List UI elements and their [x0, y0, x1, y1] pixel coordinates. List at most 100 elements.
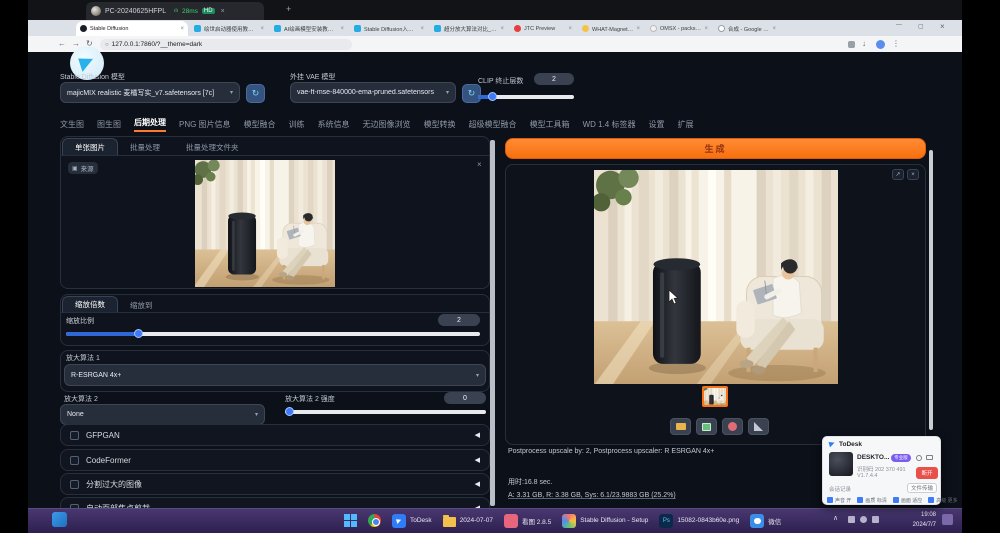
- tab-train[interactable]: 训练: [289, 119, 305, 130]
- browser-tab[interactable]: WHAT-Magnet 搜索 ×: [578, 21, 644, 36]
- accordion-split-oversized[interactable]: 分割过大的图像 ◀: [60, 473, 490, 495]
- notification-center-icon[interactable]: [942, 514, 953, 525]
- scale-ratio-slider[interactable]: [66, 332, 480, 336]
- tab-close-icon[interactable]: ×: [500, 26, 504, 32]
- taskbar-item-photoshop[interactable]: Ps 15082-0843b60e.png: [659, 514, 739, 528]
- browser-tab[interactable]: 合成 - Google 搜索 ×: [714, 21, 780, 36]
- camera-icon[interactable]: [926, 455, 933, 460]
- left-column-scrollbar[interactable]: [490, 140, 495, 506]
- accordion-gfpgan[interactable]: GFPGAN ◀: [60, 424, 490, 446]
- tab-png-info[interactable]: PNG 图片信息: [179, 119, 231, 130]
- tab-system-info[interactable]: 系统信息: [318, 119, 350, 130]
- window-close-button[interactable]: ×: [940, 22, 945, 31]
- upscaler2-select[interactable]: None ▾: [60, 404, 265, 425]
- address-bar[interactable]: ○ 127.0.0.1:7860/?__theme=dark: [100, 39, 352, 50]
- disconnect-button[interactable]: 断开: [916, 467, 938, 479]
- refresh-vae-button[interactable]: ↻: [462, 84, 481, 103]
- tray-expand-icon[interactable]: ∧: [833, 514, 838, 522]
- tray-icon-2[interactable]: [860, 516, 867, 523]
- collapse-arrow-icon[interactable]: ◀: [475, 480, 480, 488]
- save-image-button[interactable]: [696, 418, 717, 435]
- tab-close-icon[interactable]: ×: [636, 26, 640, 32]
- browser-tab[interactable]: 绘世启动器使用教程_哔哩哔哩 ×: [190, 21, 268, 36]
- taskbar-item-viewer[interactable]: 看图 2.8.5: [504, 514, 551, 528]
- subtab-scale-to[interactable]: 缩放到: [130, 300, 153, 311]
- quality-setting[interactable]: 画质 标清: [857, 497, 886, 504]
- clip-skip-slider-handle[interactable]: [488, 92, 497, 101]
- collapse-arrow-icon[interactable]: ◀: [475, 456, 480, 464]
- window-maximize-button[interactable]: ▢: [918, 23, 924, 30]
- subtab-batch-folder[interactable]: 批量处理文件夹: [186, 142, 239, 153]
- browser-tab[interactable]: Stable Diffusion入门_哔哩哔哩 ×: [350, 21, 428, 36]
- taskbar-item-todesk[interactable]: ToDesk: [392, 514, 432, 528]
- remote-session-tab[interactable]: PC-20240625HFPL ılı 28ms HD ×: [86, 2, 264, 20]
- tab-close-icon[interactable]: ×: [180, 26, 184, 32]
- tab-img2img[interactable]: 图生图: [97, 119, 121, 130]
- sound-toggle[interactable]: 声音 开: [827, 497, 851, 504]
- extensions-icon[interactable]: [848, 41, 855, 48]
- close-image-button[interactable]: ×: [907, 169, 919, 180]
- file-transfer-button[interactable]: 文件传输: [907, 483, 937, 493]
- tray-icon-1[interactable]: [848, 516, 855, 523]
- browser-tab[interactable]: 超分放大算法对比_哔哩哔哩 ×: [430, 21, 508, 36]
- upscaler1-select[interactable]: R-ESRGAN 4x+ ▾: [64, 364, 486, 386]
- send-to-img2img-button[interactable]: [748, 418, 769, 435]
- site-info-icon[interactable]: ○: [105, 42, 109, 48]
- remote-new-tab-button[interactable]: +: [286, 4, 291, 14]
- upscaler2-strength-slider-handle[interactable]: [285, 407, 294, 416]
- open-folder-button[interactable]: [670, 418, 691, 435]
- download-icon[interactable]: ↓: [862, 40, 866, 48]
- browser-menu-icon[interactable]: ⋮: [892, 40, 900, 48]
- vae-select[interactable]: vae-ft-mse-840000-ema-pruned.safetensors…: [290, 82, 456, 103]
- taskbar-item-folder[interactable]: 2024-07-07: [443, 514, 493, 527]
- tab-model-toolkit[interactable]: 模型工具箱: [530, 119, 570, 130]
- fullscreen-image-button[interactable]: ↗: [892, 169, 904, 180]
- generated-image[interactable]: [594, 170, 838, 384]
- tab-infinite-browser[interactable]: 无边图像浏览: [363, 119, 411, 130]
- generate-button[interactable]: 生成: [505, 138, 926, 159]
- browser-tab[interactable]: JTC Preview ×: [510, 21, 576, 36]
- codeformer-checkbox[interactable]: [70, 456, 79, 465]
- scale-ratio-value[interactable]: 2: [438, 314, 480, 326]
- subtab-scale-by[interactable]: 缩放倍数: [62, 296, 118, 312]
- tab-extras[interactable]: 后期处理: [134, 117, 166, 132]
- upscaler2-strength-value[interactable]: 0: [444, 392, 486, 404]
- tab-close-icon[interactable]: ×: [568, 26, 572, 32]
- taskbar-item-wechat[interactable]: 微信: [750, 514, 781, 528]
- gfpgan-checkbox[interactable]: [70, 431, 79, 440]
- clear-image-icon[interactable]: ×: [477, 160, 482, 169]
- thumbnail-frame[interactable]: [702, 386, 728, 407]
- tab-close-icon[interactable]: ×: [340, 26, 344, 32]
- tab-extensions[interactable]: 扩展: [677, 119, 693, 130]
- chrome-taskbar-icon[interactable]: [368, 514, 381, 527]
- scale-ratio-slider-handle[interactable]: [134, 329, 143, 338]
- tray-icon-3[interactable]: [872, 516, 879, 523]
- collapse-arrow-icon[interactable]: ◀: [475, 431, 480, 439]
- taskbar-widget-icon[interactable]: [52, 512, 67, 527]
- back-icon[interactable]: ←: [58, 40, 66, 48]
- right-column-scrollbar[interactable]: [929, 150, 933, 430]
- clip-skip-slider[interactable]: [478, 95, 574, 99]
- upscaler2-strength-slider[interactable]: [285, 410, 486, 414]
- tab-model-convert[interactable]: 模型转换: [424, 119, 456, 130]
- hd-quality-badge[interactable]: HD: [202, 8, 215, 14]
- tab-wd14-tagger[interactable]: WD 1.4 标签器: [583, 119, 636, 130]
- clip-skip-value[interactable]: 2: [534, 73, 574, 85]
- subtab-batch-process[interactable]: 批量处理: [130, 142, 160, 153]
- subtab-single-image[interactable]: 单张图片: [62, 138, 118, 155]
- browser-tab-active[interactable]: Stable Diffusion ×: [76, 21, 188, 36]
- split-oversized-checkbox[interactable]: [70, 480, 79, 489]
- accordion-codeformer[interactable]: CodeFormer ◀: [60, 449, 490, 471]
- tab-close-icon[interactable]: ×: [260, 26, 264, 32]
- taskbar-item-sd-setup[interactable]: Stable Diffusion - Setup: [562, 514, 648, 528]
- tab-super-merger[interactable]: 超级模型融合: [469, 119, 517, 130]
- advanced-setting[interactable]: 高级 更多: [928, 497, 957, 504]
- uploaded-image-preview[interactable]: [195, 160, 335, 287]
- send-to-extras-button[interactable]: [722, 418, 743, 435]
- remote-tab-close-icon[interactable]: ×: [221, 8, 225, 15]
- tab-close-icon[interactable]: ×: [420, 26, 424, 32]
- tab-close-icon[interactable]: ×: [772, 26, 776, 32]
- taskbar-clock[interactable]: 19:08 2024/7/7: [890, 511, 936, 530]
- tab-settings[interactable]: 设置: [648, 119, 664, 130]
- tab-close-icon[interactable]: ×: [704, 26, 708, 32]
